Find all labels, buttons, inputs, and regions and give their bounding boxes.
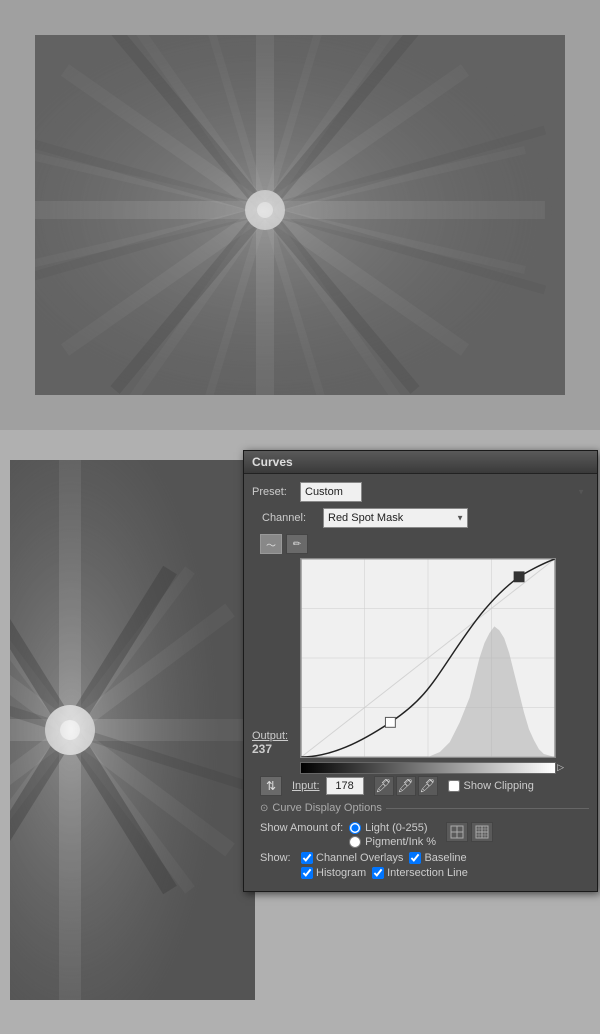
input-label: Input: xyxy=(292,780,320,792)
light-radio-row: Light (0-255) xyxy=(349,822,436,834)
options-section: Show Amount of: Light (0-255) Pigment/In… xyxy=(252,818,589,883)
eyedropper-black-button[interactable]: 🖊 xyxy=(374,776,394,796)
intersection-line-checkbox[interactable] xyxy=(372,867,384,879)
output-value: 237 xyxy=(252,742,272,756)
gradient-bar-row: ▷ xyxy=(252,762,589,774)
curve-display-label: Curve Display Options xyxy=(272,802,381,814)
histogram-item: Histogram xyxy=(301,867,366,879)
gradient-bar-container: ▷ xyxy=(300,762,556,774)
show-clipping-row: Show Clipping xyxy=(448,780,534,792)
curve-tool-button[interactable]: 〜 xyxy=(260,534,282,554)
light-radio-label: Light (0-255) xyxy=(365,822,427,834)
top-image-area xyxy=(0,0,600,430)
curve-graph[interactable] xyxy=(300,558,556,758)
input-value-field[interactable] xyxy=(326,777,364,795)
channel-overlays-label: Channel Overlays xyxy=(316,852,403,864)
channel-select-wrapper[interactable]: Red Spot Mask xyxy=(323,508,468,528)
pencil-icon: ✏ xyxy=(293,539,301,550)
curves-panel: Curves Preset: Custom Channel: Red Spot … xyxy=(243,450,598,892)
eyedropper-white-button[interactable]: 🖊 xyxy=(418,776,438,796)
swap-arrows-icon: ⇅ xyxy=(266,779,276,793)
output-label: Output: xyxy=(252,730,288,742)
swap-arrows-button[interactable]: ⇅ xyxy=(260,776,282,796)
tool-row: 〜 ✏ xyxy=(252,534,589,554)
expand-icon[interactable]: ⊙ xyxy=(260,803,268,814)
pigment-radio-label: Pigment/Ink % xyxy=(365,836,436,848)
preset-row: Preset: Custom xyxy=(252,482,589,502)
eyedropper-gray-icon: 🖊 xyxy=(397,778,414,794)
preset-select-wrapper[interactable]: Custom xyxy=(300,482,589,502)
light-radio[interactable] xyxy=(349,822,361,834)
show-clipping-label: Show Clipping xyxy=(464,780,534,792)
preset-label: Preset: xyxy=(252,486,294,498)
intersection-line-item: Intersection Line xyxy=(372,867,468,879)
input-row: ⇅ Input: 🖊 🖊 🖊 Show Clipping xyxy=(252,776,589,796)
eyedropper-black-icon: 🖊 xyxy=(375,778,392,794)
show-row-2: Histogram Intersection Line xyxy=(260,867,581,879)
pencil-tool-button[interactable]: ✏ xyxy=(286,534,308,554)
channel-overlays-checkbox[interactable] xyxy=(301,852,313,864)
eyedropper-gray-button[interactable]: 🖊 xyxy=(396,776,416,796)
show-amount-row: Show Amount of: Light (0-255) Pigment/In… xyxy=(260,822,581,848)
image-canvas-top xyxy=(35,35,565,395)
baseline-item: Baseline xyxy=(409,852,466,864)
curve-graph-container: Output: 237 xyxy=(252,558,589,758)
preset-select[interactable]: Custom xyxy=(300,482,362,502)
show-clipping-checkbox[interactable] xyxy=(448,780,460,792)
channel-overlays-item: Channel Overlays xyxy=(301,852,403,864)
grid-simple-button[interactable] xyxy=(446,822,468,842)
channel-select[interactable]: Red Spot Mask xyxy=(323,508,468,528)
gradient-bar xyxy=(300,762,556,774)
radio-group: Light (0-255) Pigment/Ink % xyxy=(349,822,436,848)
eyedropper-white-icon: 🖊 xyxy=(419,778,436,794)
histogram-checkbox[interactable] xyxy=(301,867,313,879)
show-row-1: Show: Channel Overlays Baseline xyxy=(260,852,581,864)
show-label: Show: xyxy=(260,852,295,864)
baseline-checkbox[interactable] xyxy=(409,852,421,864)
intersection-line-label: Intersection Line xyxy=(387,867,468,879)
grid-buttons xyxy=(446,822,493,842)
curve-tool-icon: 〜 xyxy=(266,537,276,552)
gradient-arrow-icon: ▷ xyxy=(557,762,564,773)
grid-detailed-button[interactable] xyxy=(471,822,493,842)
eyedropper-group: 🖊 🖊 🖊 xyxy=(374,776,438,796)
baseline-label: Baseline xyxy=(424,852,466,864)
divider-line xyxy=(386,808,589,809)
histogram-label: Histogram xyxy=(316,867,366,879)
panel-title: Curves xyxy=(244,451,597,474)
show-amount-label: Show Amount of: xyxy=(260,822,343,834)
pigment-radio[interactable] xyxy=(349,836,361,848)
channel-label: Channel: xyxy=(262,512,317,524)
image-canvas-bottom xyxy=(10,460,255,1000)
output-label-area: Output: 237 xyxy=(252,558,294,758)
pigment-radio-row: Pigment/Ink % xyxy=(349,836,436,848)
curve-display-divider: ⊙ Curve Display Options xyxy=(252,802,589,814)
channel-row: Channel: Red Spot Mask xyxy=(252,508,589,528)
